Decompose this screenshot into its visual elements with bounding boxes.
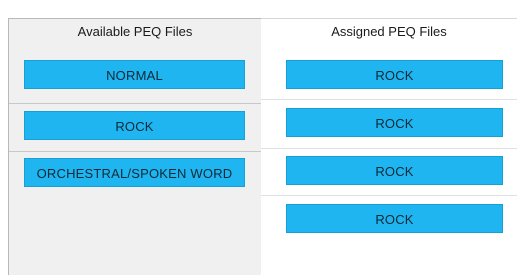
assigned-peq-item-2[interactable]: ROCK [286, 108, 503, 137]
available-peq-panel: Available PEQ Files NORMAL ROCK ORCHESTR… [8, 18, 261, 275]
assigned-peq-item-3[interactable]: ROCK [286, 156, 503, 185]
available-peq-item-rock[interactable]: ROCK [24, 111, 245, 140]
row-divider [9, 103, 261, 104]
row-divider [261, 195, 517, 196]
row-divider [9, 151, 261, 152]
assigned-peq-item-1[interactable]: ROCK [286, 60, 503, 89]
row-divider [261, 99, 517, 100]
assigned-peq-panel: Assigned PEQ Files ROCK ROCK ROCK ROCK [261, 18, 517, 275]
peq-assignment-window: Available PEQ Files NORMAL ROCK ORCHESTR… [0, 0, 517, 275]
available-peq-item-normal[interactable]: NORMAL [24, 60, 245, 89]
row-divider [261, 148, 517, 149]
available-peq-header: Available PEQ Files [77, 24, 193, 39]
assigned-peq-item-4[interactable]: ROCK [286, 204, 503, 233]
assigned-peq-header: Assigned PEQ Files [331, 24, 447, 39]
available-peq-item-orchestral-spoken-word[interactable]: ORCHESTRAL/SPOKEN WORD [24, 158, 245, 187]
